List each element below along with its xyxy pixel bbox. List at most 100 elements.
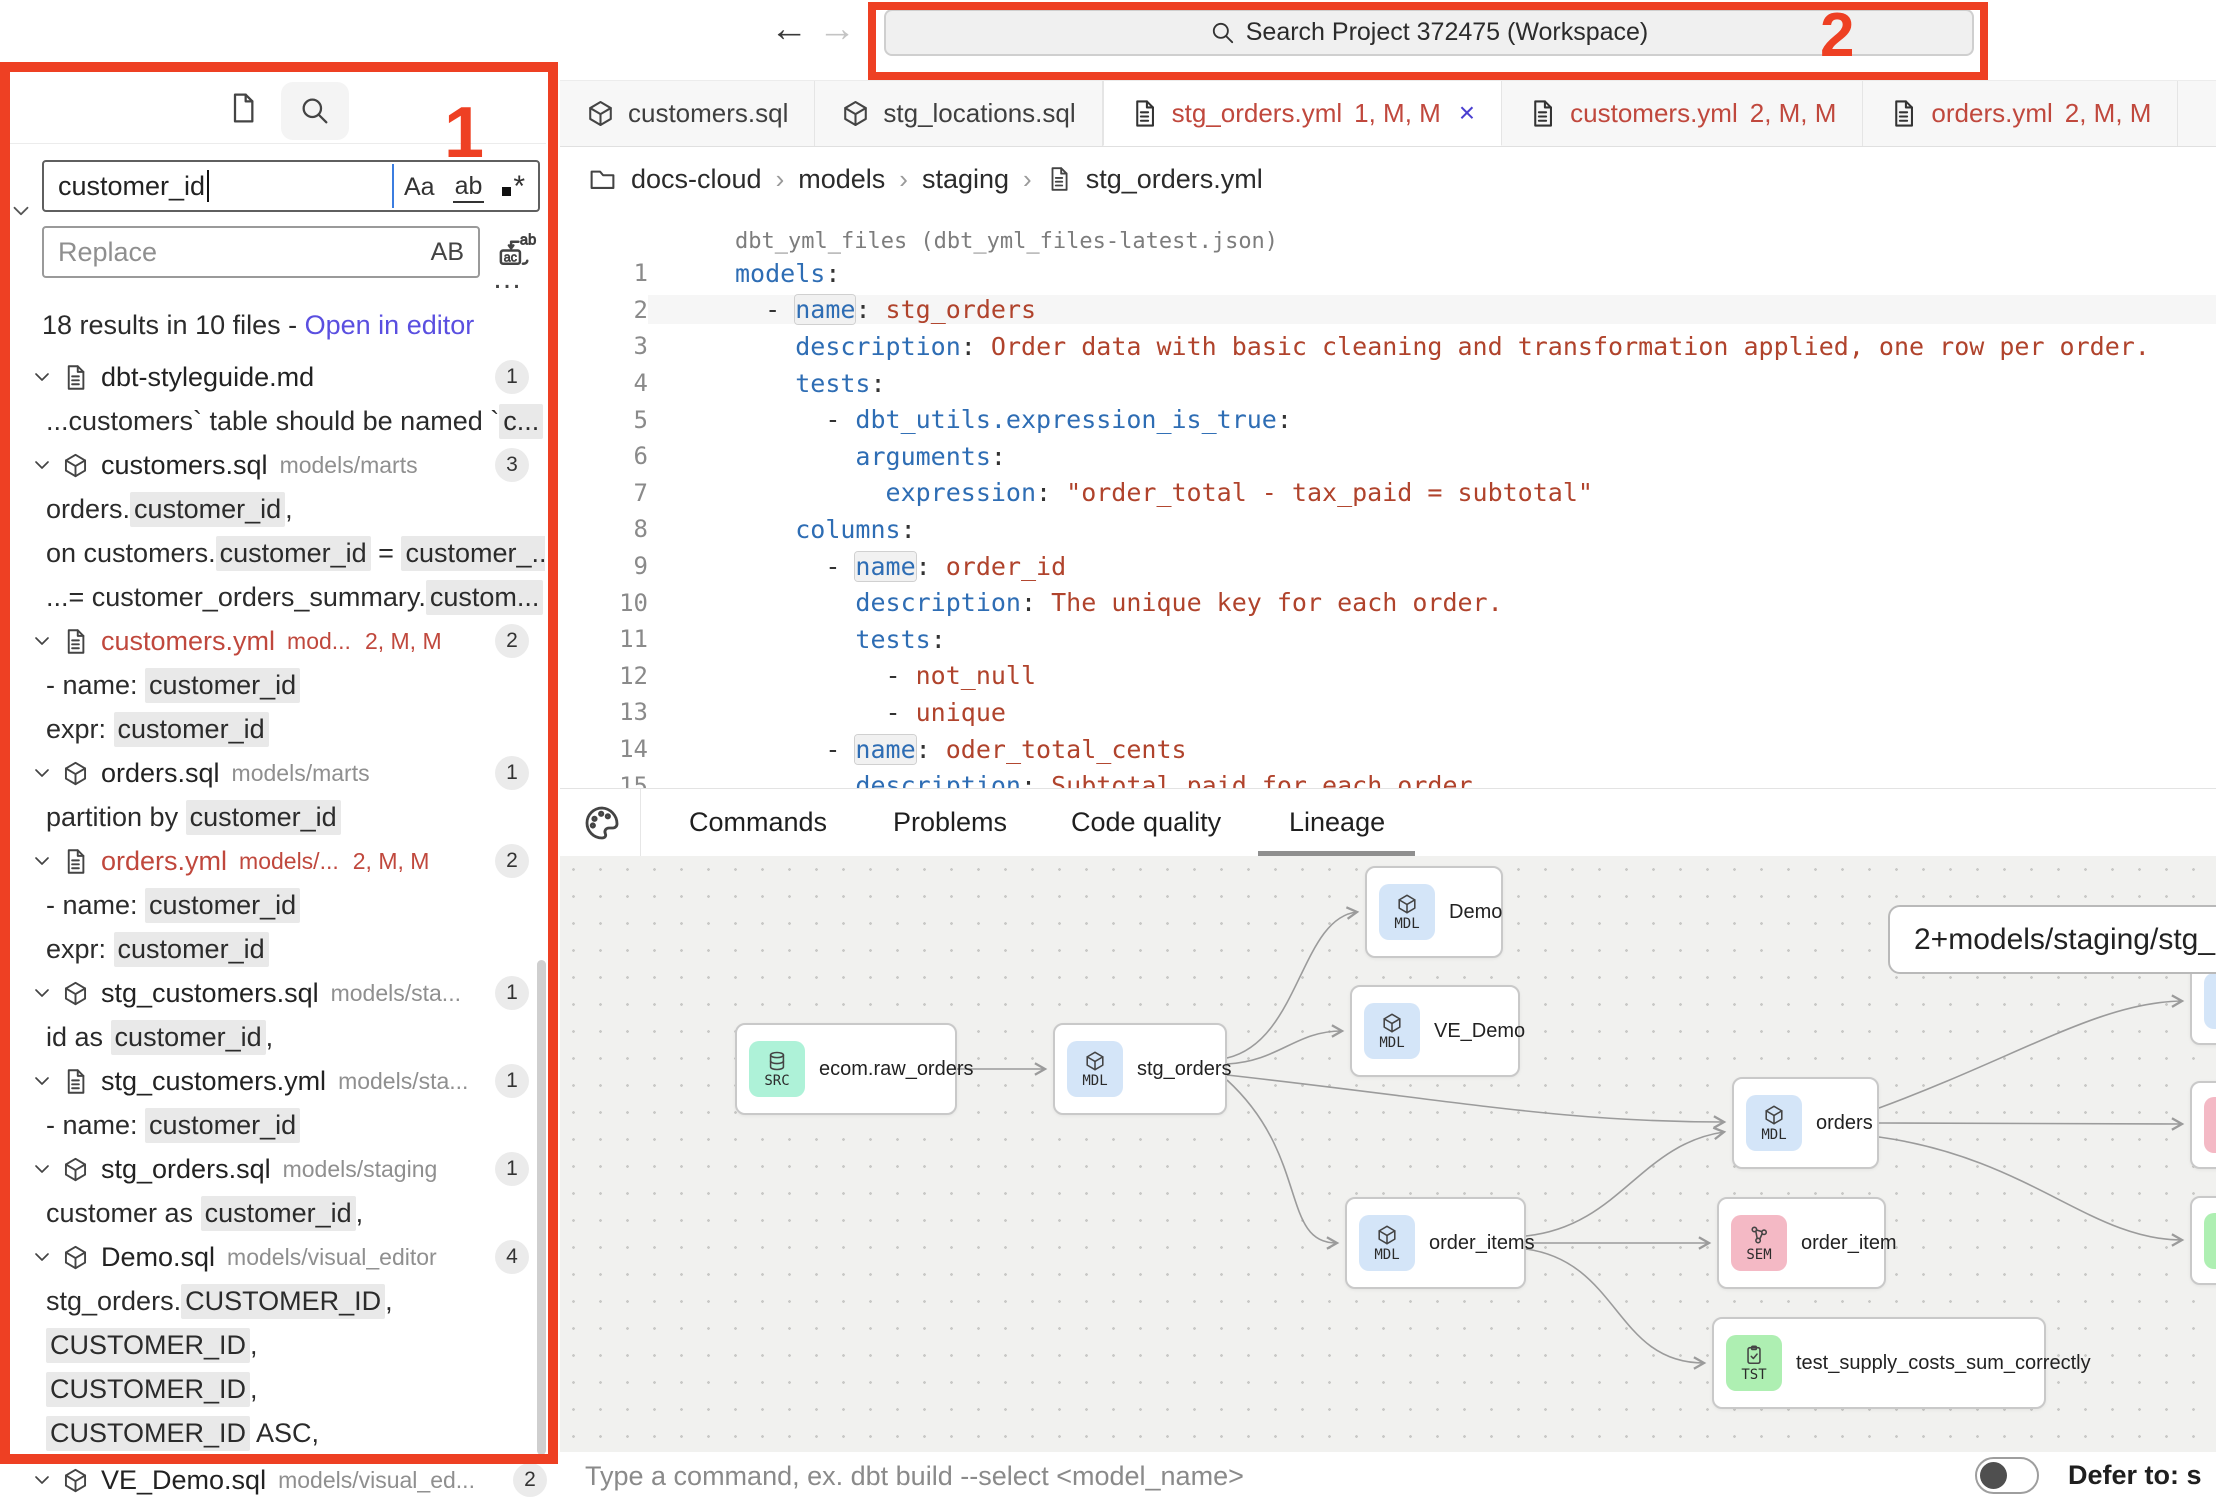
match-row[interactable]: - name: customer_id	[12, 1103, 545, 1147]
model-icon	[1396, 893, 1418, 915]
model-icon	[62, 1156, 89, 1183]
command-input[interactable]: Type a command, ex. dbt build --select <…	[585, 1461, 1244, 1492]
lineage-selector-input[interactable]: 2+models/staging/stg_or	[1888, 905, 2216, 974]
regex-button[interactable]: *	[502, 170, 525, 204]
breadcrumb-project[interactable]: docs-cloud	[631, 164, 762, 195]
chevron-down-icon[interactable]	[30, 1069, 54, 1093]
file-row[interactable]: stg_customers.ymlmodels/sta... 1	[12, 1059, 545, 1103]
doc-icon	[1130, 99, 1159, 128]
file-row[interactable]: customers.ymlmod...2, M, M 2	[12, 619, 545, 663]
panel-tab-problems[interactable]: Problems	[893, 807, 1007, 838]
tab-stg-locations-sql[interactable]: stg_locations.sql	[815, 81, 1102, 146]
code-editor[interactable]: dbt_yml_files (dbt_yml_files-latest.json…	[560, 211, 2216, 788]
chevron-down-icon[interactable]	[30, 1245, 54, 1269]
back-button[interactable]: ←	[770, 8, 808, 51]
lineage-node-order-item[interactable]: SEM order_item	[1717, 1197, 1886, 1289]
tab-customers-yml[interactable]: customers.yml2, M, M	[1502, 81, 1863, 146]
folder-icon	[588, 165, 617, 194]
lineage-node-partial-2[interactable]: SEM	[2190, 1081, 2216, 1169]
chevron-down-icon[interactable]	[30, 365, 54, 389]
model-icon	[1376, 1224, 1398, 1246]
match-row[interactable]: orders.customer_id,	[12, 487, 545, 531]
chevron-down-icon[interactable]	[30, 1157, 54, 1181]
tab-stg-orders-yml[interactable]: stg_orders.yml1, M, M×	[1103, 81, 1503, 146]
toggle-replace-chevron-icon[interactable]	[8, 198, 34, 224]
panel-tab-lineage[interactable]: Lineage	[1289, 807, 1385, 838]
file-row[interactable]: orders.ymlmodels/...2, M, M 2	[12, 839, 545, 883]
match-row[interactable]: CUSTOMER_ID ASC,	[12, 1411, 545, 1455]
model-badge: MDL	[1379, 884, 1435, 940]
match-row[interactable]: ...= customer_orders_summary.custom...	[12, 575, 545, 619]
palette-icon[interactable]	[582, 803, 622, 843]
match-row[interactable]: - name: customer_id	[12, 883, 545, 927]
search-tool-button[interactable]	[281, 82, 349, 140]
chevron-down-icon[interactable]	[30, 453, 54, 477]
chevron-down-icon[interactable]	[30, 981, 54, 1005]
match-row[interactable]: CUSTOMER_ID,	[12, 1367, 545, 1411]
match-row[interactable]: id as customer_id,	[12, 1015, 545, 1059]
model-badge: MDL	[1746, 1095, 1802, 1151]
match-count-badge: 2	[495, 624, 529, 658]
source-badge: SRC	[749, 1041, 805, 1097]
file-row[interactable]: VE_Demo.sqlmodels/visual_ed... 2	[12, 1458, 563, 1502]
doc-icon	[1528, 99, 1557, 128]
match-row[interactable]: on customers.customer_id = customer_...	[12, 531, 545, 575]
chevron-down-icon[interactable]	[30, 1468, 54, 1492]
replace-input[interactable]: Replace AB	[42, 226, 480, 278]
lineage-node-stg-orders[interactable]: MDL stg_orders	[1053, 1023, 1227, 1115]
model-icon	[586, 99, 615, 128]
tab-orders-yml[interactable]: orders.yml2, M, M	[1863, 81, 2178, 146]
file-row[interactable]: dbt-styleguide.md 1	[12, 355, 545, 399]
match-row[interactable]: CUSTOMER_ID,	[12, 1323, 545, 1367]
model-badge: MDL	[1067, 1041, 1123, 1097]
tab-customers-sql[interactable]: customers.sql	[560, 81, 815, 146]
chevron-down-icon[interactable]	[30, 761, 54, 785]
match-row[interactable]: ...customers` table should be named `c..…	[12, 399, 545, 443]
lineage-node-test-supply-costs[interactable]: TST test_supply_costs_sum_correctly	[1712, 1317, 2046, 1409]
file-explorer-icon[interactable]	[227, 92, 259, 124]
toggle-knob	[1980, 1462, 2007, 1489]
file-row[interactable]: orders.sqlmodels/marts 1	[12, 751, 545, 795]
match-row[interactable]: expr: customer_id	[12, 707, 545, 751]
file-row[interactable]: stg_customers.sqlmodels/sta... 1	[12, 971, 545, 1015]
lineage-node-demo[interactable]: MDL Demo	[1365, 866, 1503, 958]
lineage-node-partial-3[interactable]: TST	[2190, 1196, 2216, 1285]
open-in-editor-link[interactable]: Open in editor	[305, 310, 475, 340]
doc-icon	[62, 364, 89, 391]
lineage-node-order-items[interactable]: MDL order_items	[1345, 1197, 1526, 1289]
model-icon	[62, 1467, 89, 1494]
forward-button[interactable]: →	[818, 8, 856, 51]
model-icon	[62, 1244, 89, 1271]
more-actions-button[interactable]: …	[492, 262, 524, 296]
file-row[interactable]: stg_orders.sqlmodels/staging 1	[12, 1147, 545, 1191]
match-row[interactable]: partition by customer_id	[12, 795, 545, 839]
breadcrumb-models[interactable]: models	[798, 164, 885, 195]
defer-toggle[interactable]	[1975, 1457, 2039, 1494]
breadcrumb-file[interactable]: stg_orders.yml	[1086, 164, 1263, 195]
lineage-canvas[interactable]: SRC ecom.raw_orders MDL stg_orders MDL D…	[560, 856, 2216, 1452]
match-row[interactable]: stg_orders.CUSTOMER_ID,	[12, 1279, 545, 1323]
model-icon	[1381, 1012, 1403, 1034]
whole-word-button[interactable]: ab	[453, 172, 485, 203]
match-count-badge: 1	[495, 1064, 529, 1098]
panel-tab-code-quality[interactable]: Code quality	[1071, 807, 1221, 838]
preserve-case-button[interactable]: AB	[431, 238, 464, 267]
panel-tab-commands[interactable]: Commands	[689, 807, 827, 838]
chevron-down-icon[interactable]	[30, 849, 54, 873]
match-row[interactable]: - name: customer_id	[12, 663, 545, 707]
results-summary: 18 results in 10 files - Open in editor	[42, 310, 474, 341]
match-row[interactable]: customer as customer_id,	[12, 1191, 545, 1235]
match-case-button[interactable]: Aa	[404, 173, 435, 202]
close-icon[interactable]: ×	[1459, 97, 1475, 129]
lineage-node-ve-demo[interactable]: MDL VE_Demo	[1350, 985, 1520, 1077]
breadcrumb-staging[interactable]: staging	[922, 164, 1009, 195]
project-search-bar[interactable]: Search Project 372475 (Workspace)	[884, 9, 1974, 56]
file-row[interactable]: customers.sqlmodels/marts 3	[12, 443, 545, 487]
file-row[interactable]: Demo.sqlmodels/visual_editor 4	[12, 1235, 545, 1279]
lineage-node-ecom-raw-orders[interactable]: SRC ecom.raw_orders	[735, 1023, 957, 1115]
chevron-down-icon[interactable]	[30, 629, 54, 653]
annotation-label-1: 1	[444, 92, 484, 174]
match-row[interactable]: expr: customer_id	[12, 927, 545, 971]
sidebar-scrollbar[interactable]	[537, 960, 546, 1455]
lineage-node-orders[interactable]: MDL orders	[1732, 1077, 1879, 1169]
